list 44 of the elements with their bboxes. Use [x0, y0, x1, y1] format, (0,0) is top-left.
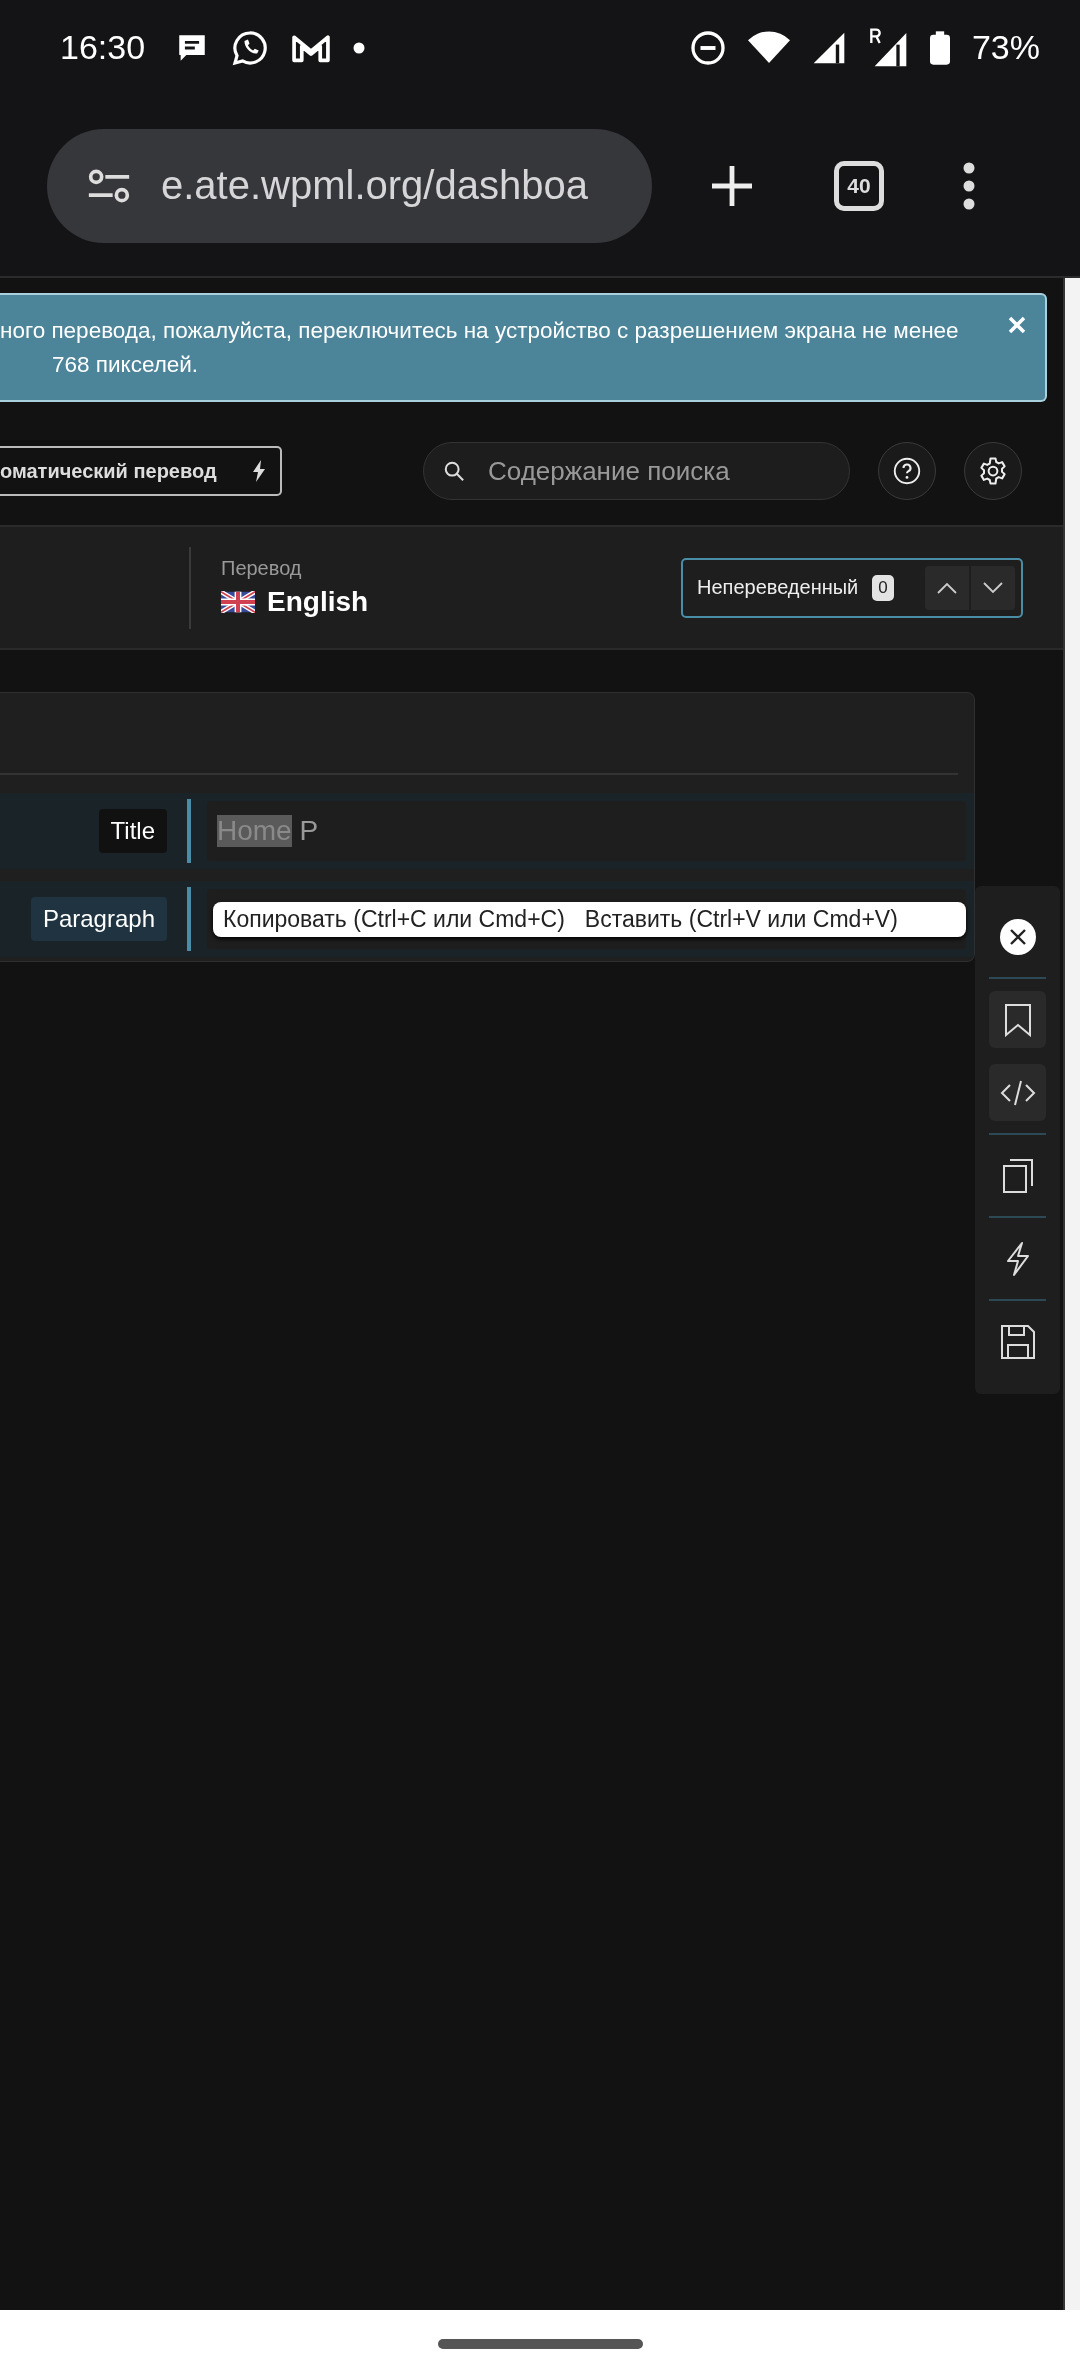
close-icon	[999, 918, 1036, 955]
next-button[interactable]	[971, 565, 1015, 610]
chevron-down-icon	[983, 581, 1003, 594]
signal-icon	[811, 30, 846, 65]
search-field[interactable]: Содержание поиска	[423, 442, 850, 500]
lightning-icon	[252, 460, 266, 482]
previous-button[interactable]	[925, 565, 969, 610]
battery-percent: 73%	[971, 28, 1040, 67]
untranslated-filter[interactable]: Непереведенный 0	[681, 557, 1023, 618]
bookmark-icon	[1003, 1002, 1032, 1037]
code-icon	[999, 1078, 1036, 1107]
tab-count-button[interactable]: 40	[834, 160, 884, 211]
target-language-label: Перевод	[221, 557, 303, 580]
menu-item[interactable]: Копировать (Ctrl+C или Cmd+C)	[223, 905, 565, 933]
save-icon	[999, 1323, 1036, 1360]
settings-icon	[978, 456, 1008, 486]
notice-text: ного перевода, пожалуйста, переключитесь на устройство с разрешением экрана не менее 768 пикселей.	[0, 316, 960, 379]
flag-icon	[221, 591, 255, 613]
code-button[interactable]	[989, 1064, 1046, 1121]
language-name: English	[267, 586, 369, 618]
bookmark-button[interactable]	[989, 991, 1046, 1048]
segment-type-label: Paragraph	[30, 897, 167, 941]
status-time: 16:30	[60, 28, 146, 67]
wifi-icon	[747, 30, 790, 65]
segment-type-label: Title	[98, 809, 167, 853]
lightning-icon	[1004, 1240, 1031, 1277]
do-not-disturb-icon	[689, 29, 726, 66]
close-icon[interactable]	[1007, 315, 1027, 335]
more-options-icon[interactable]	[962, 161, 976, 210]
battery-icon	[929, 30, 950, 65]
help-icon	[893, 457, 921, 485]
copy-icon	[1001, 1157, 1034, 1194]
url-text: e.ate.wpml.org/dashboa	[161, 163, 588, 208]
chevron-up-icon	[937, 581, 957, 594]
count-badge: 0	[872, 574, 894, 601]
dot-icon	[353, 41, 366, 54]
search-icon	[443, 460, 465, 482]
auto-translate-button[interactable]: оматический перевод	[0, 446, 282, 496]
menu-item[interactable]: Вставить (Ctrl+V или Cmd+V)	[584, 905, 898, 933]
filter-label: Непереведенный	[697, 576, 859, 599]
address-bar[interactable]: e.ate.wpml.org/dashboa	[47, 128, 652, 243]
roaming-signal-icon	[867, 27, 908, 68]
phone-chat-icon	[231, 28, 270, 67]
home-handle[interactable]	[437, 2339, 643, 2349]
